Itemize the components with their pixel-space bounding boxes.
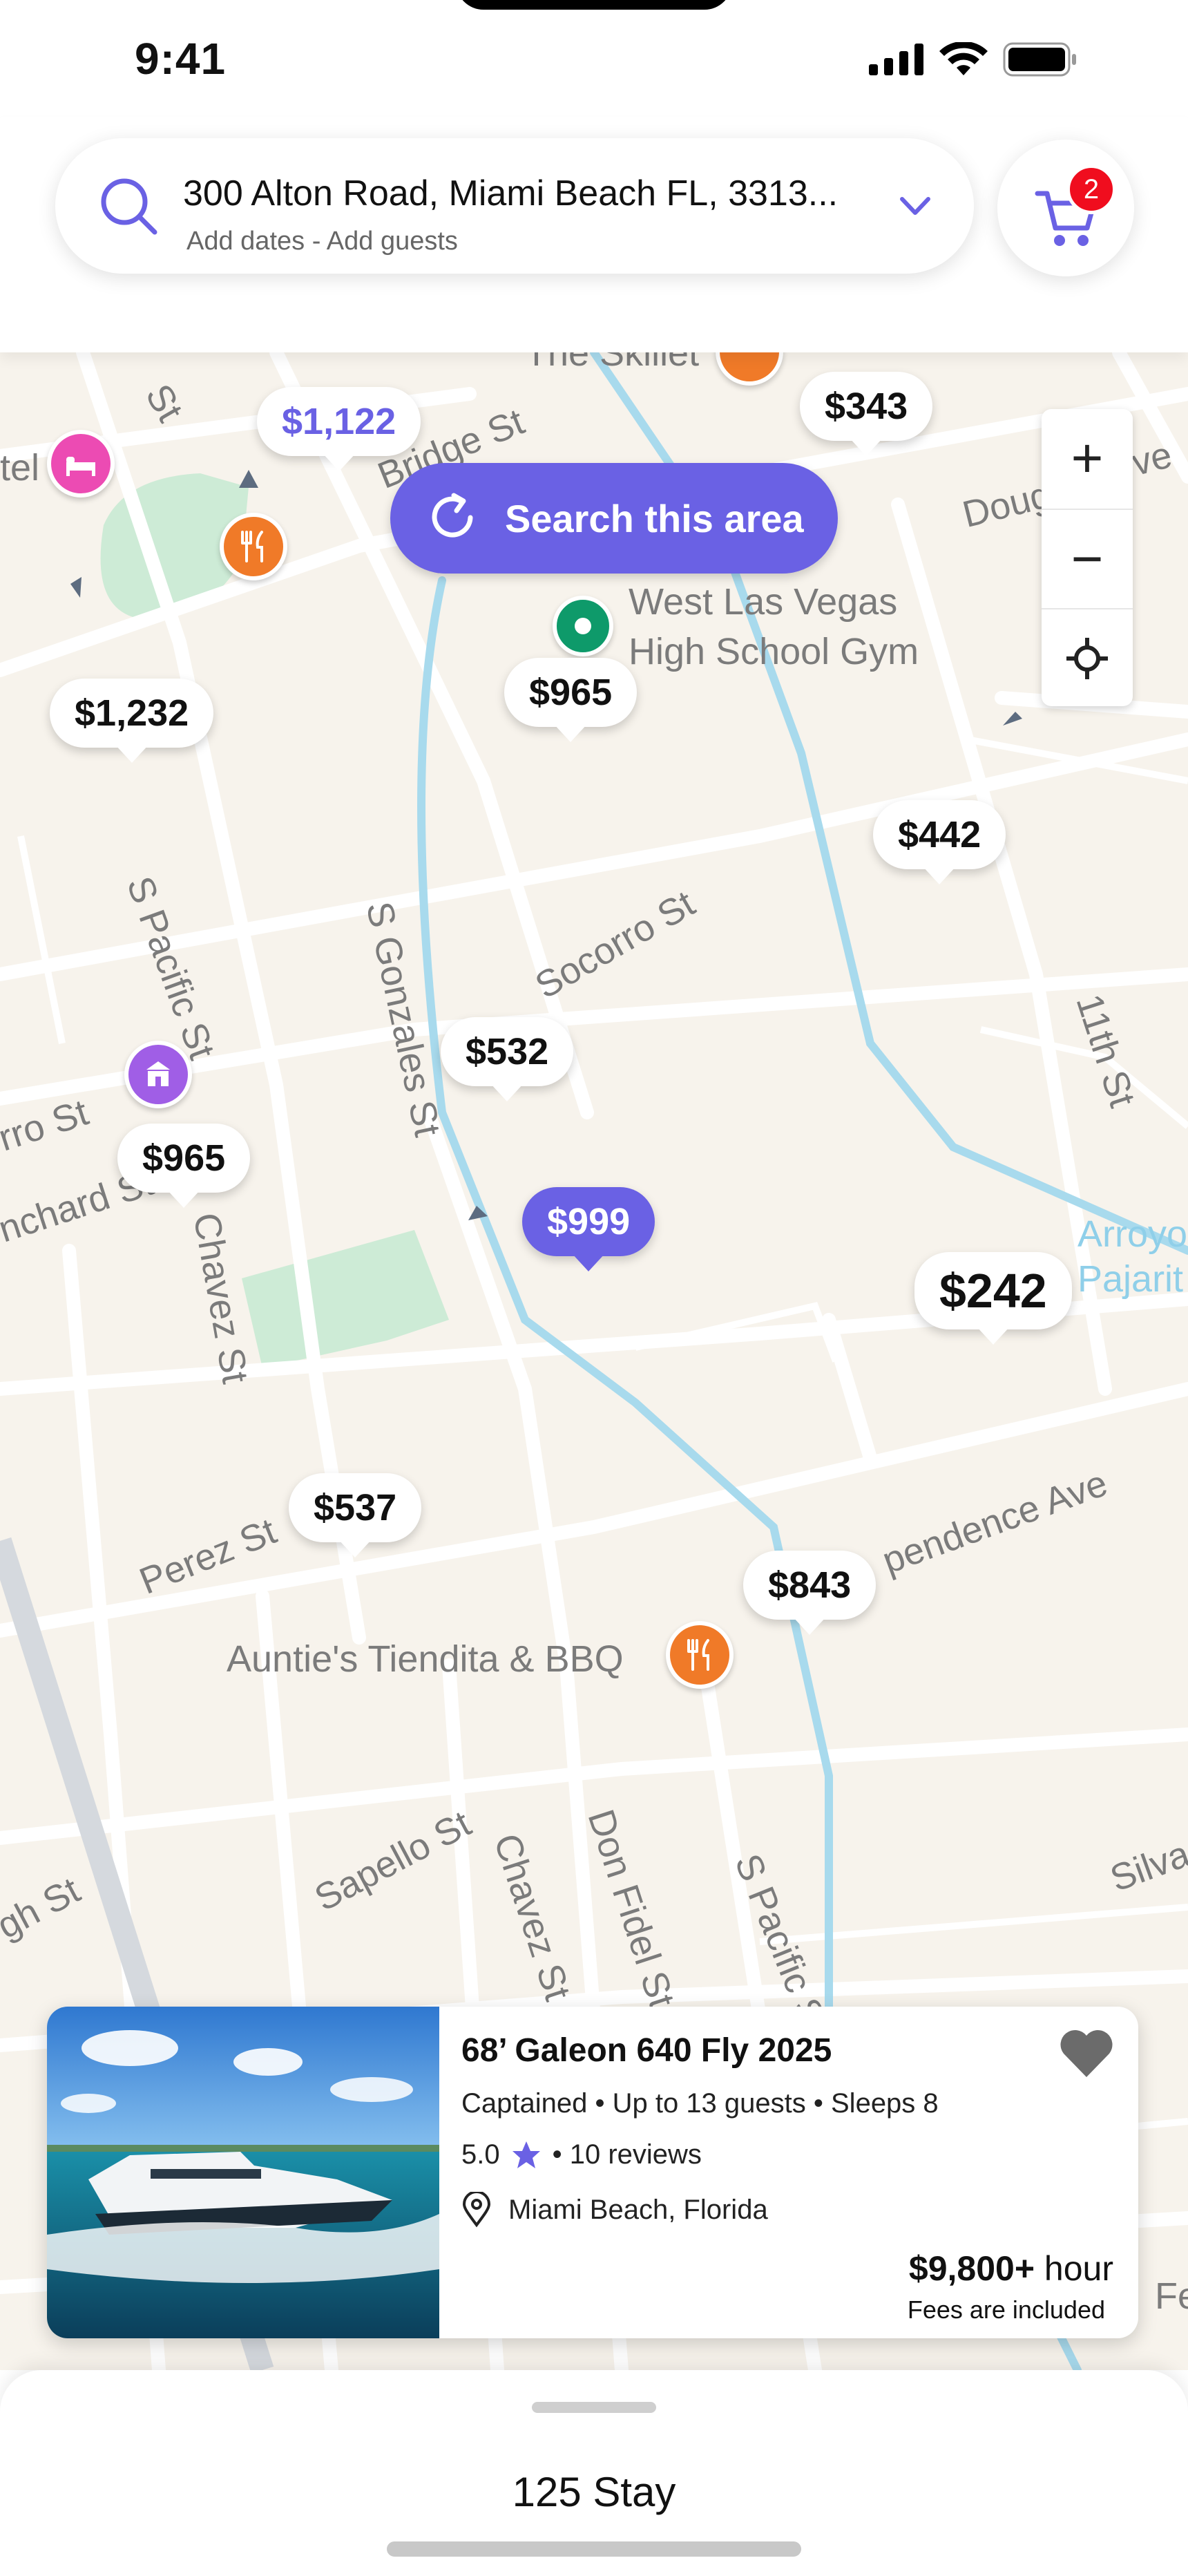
reviews-count: • 10 reviews: [552, 2139, 702, 2170]
crosshair-icon: [1066, 638, 1108, 679]
listing-card[interactable]: 68’ Galeon 640 Fly 2025 Captained • Up t…: [47, 2007, 1138, 2338]
search-subtitle: Add dates - Add guests: [186, 227, 458, 256]
home-indicator: [387, 2541, 801, 2557]
rating-value: 5.0: [461, 2139, 500, 2170]
label-skillet: The Skillet: [525, 352, 700, 374]
cart-button[interactable]: 2: [997, 140, 1134, 276]
sheet-drag-handle[interactable]: [532, 2402, 656, 2413]
listing-title: 68’ Galeon 640 Fly 2025: [461, 2032, 832, 2069]
fork-knife-icon: [687, 1639, 709, 1671]
place-poi-icon[interactable]: [553, 596, 613, 656]
chevron-down-icon[interactable]: [898, 192, 932, 220]
fees-note: Fees are included: [907, 2295, 1105, 2324]
listing-meta: Captained • Up to 13 guests • Sleeps 8: [461, 2088, 939, 2119]
price-pin[interactable]: $1,122: [257, 387, 421, 471]
signal-icon: [869, 44, 923, 75]
landmark-poi-icon[interactable]: [124, 1041, 192, 1108]
label-arroyo-2: Pajarit: [1077, 1258, 1184, 1300]
zoom-out-button[interactable]: −: [1042, 510, 1133, 608]
label-arroyo-1: Arroyo: [1077, 1213, 1188, 1255]
price-pin-selected[interactable]: $999: [522, 1187, 655, 1271]
price-unit: hour: [1035, 2249, 1113, 2288]
status-time: 9:41: [135, 34, 227, 84]
heart-icon[interactable]: [1058, 2027, 1115, 2078]
restaurant-poi-icon[interactable]: [220, 513, 287, 580]
price-pin[interactable]: $343: [800, 372, 933, 456]
star-icon: [512, 2141, 540, 2168]
bed-icon: [66, 457, 95, 476]
label-gym-line2: High School Gym: [629, 631, 919, 672]
dot-icon: [575, 618, 591, 634]
results-count: 125 Stay: [512, 2469, 676, 2515]
bottom-sheet[interactable]: 125 Stay: [0, 2370, 1188, 2576]
wifi-icon: [939, 42, 988, 75]
label-gym-line1: West Las Vegas: [629, 581, 898, 623]
search-this-area-button[interactable]: Search this area: [390, 463, 838, 574]
location-pin-icon: [462, 2192, 491, 2228]
status-bar: 9:41: [0, 0, 1188, 117]
search-bar[interactable]: 300 Alton Road, Miami Beach FL, 3313... …: [55, 138, 974, 274]
price-pin[interactable]: $843: [743, 1551, 876, 1635]
listing-rating: 5.0 • 10 reviews: [461, 2139, 702, 2170]
price-pin[interactable]: $965: [117, 1124, 251, 1208]
cart-badge: 2: [1066, 164, 1116, 214]
search-address: 300 Alton Road, Miami Beach FL, 3313...: [183, 173, 839, 214]
map-controls: + −: [1042, 409, 1133, 706]
label-aunties: Auntie's Tiendita & BBQ: [227, 1638, 624, 1680]
price-pin[interactable]: $537: [289, 1473, 422, 1557]
price-pin[interactable]: $532: [441, 1017, 574, 1101]
price-pin[interactable]: $242: [914, 1252, 1072, 1345]
zoom-in-button[interactable]: +: [1042, 409, 1133, 507]
listing-photo: [47, 2007, 439, 2338]
device-notch: [456, 0, 732, 10]
listing-price: $9,800+ hour: [909, 2248, 1113, 2289]
system-icons: [869, 39, 1077, 80]
battery-icon: [1003, 42, 1076, 77]
building-icon: [146, 1061, 170, 1086]
label-tel: tel: [0, 447, 40, 489]
price-pin[interactable]: $965: [504, 658, 638, 742]
price-pin[interactable]: $1,232: [50, 679, 214, 763]
restaurant-poi-icon[interactable]: [666, 1621, 734, 1689]
search-icon: [101, 178, 157, 235]
search-this-area-label: Search this area: [505, 496, 804, 540]
price-amount: $9,800+: [908, 2249, 1035, 2288]
listing-location: Miami Beach, Florida: [461, 2192, 768, 2228]
label-fe: Fe: [1155, 2275, 1188, 2317]
hotel-poi-icon[interactable]: [47, 430, 115, 498]
price-pin[interactable]: $442: [873, 800, 1006, 884]
refresh-icon: [432, 493, 473, 538]
fork-knife-icon: [241, 531, 263, 562]
search-header: 300 Alton Road, Miami Beach FL, 3313... …: [0, 117, 1188, 352]
locate-button[interactable]: [1042, 609, 1133, 708]
location-text: Miami Beach, Florida: [508, 2194, 768, 2225]
